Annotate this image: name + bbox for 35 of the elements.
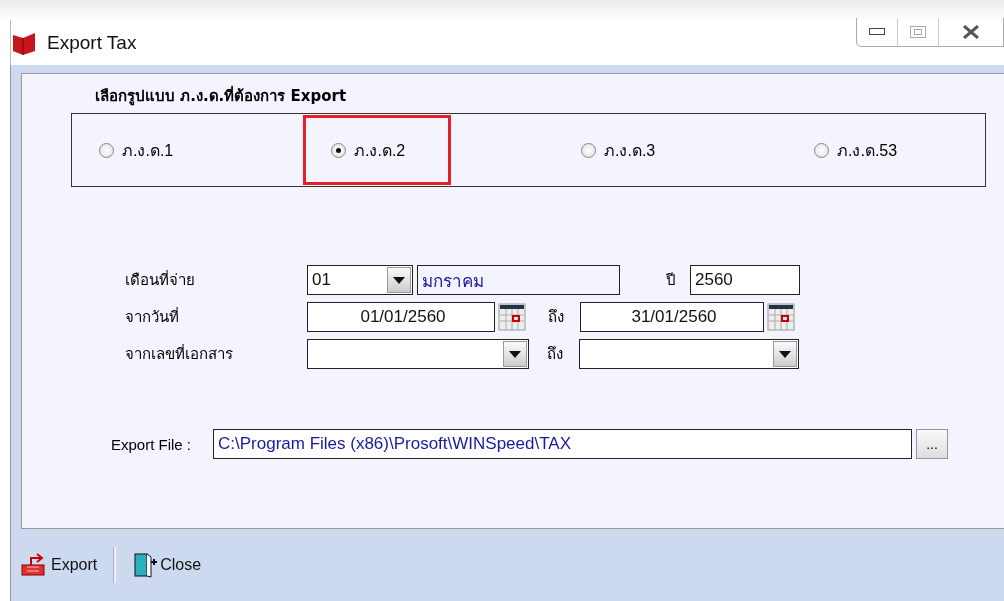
field-label: จากเลขที่เอกสาร (125, 343, 234, 364)
month-name-field: มกราคม (417, 265, 620, 295)
window-title: Export Tax (47, 31, 138, 54)
radio-label: ภ.ง.ด.53 (837, 140, 898, 161)
radio-label: ภ.ง.ด.3 (604, 140, 656, 161)
field-label: ปี (666, 270, 677, 290)
year-field[interactable]: 2560 (690, 265, 800, 295)
field-label: จากวันที่ (125, 306, 180, 327)
date-field[interactable]: 01/01/2560 (307, 302, 495, 332)
file-path-field[interactable]: C:\Program Files (x86)\Prosoft\WINSpeed\TAX (213, 429, 912, 459)
door-icon (132, 552, 159, 578)
radio-button[interactable] (581, 142, 596, 158)
radio-button[interactable] (99, 142, 114, 158)
radio-label: ภ.ง.ด.1 (122, 140, 174, 161)
field-label: เดือนที่จ่าย (125, 269, 196, 290)
calendar-icon[interactable] (498, 303, 526, 331)
document-dropdown[interactable] (579, 339, 799, 369)
close-icon (962, 25, 980, 39)
field-label: ถึง (547, 344, 564, 364)
app-icon (11, 30, 37, 55)
month-dropdown[interactable]: 01 (307, 265, 413, 295)
field-label: Export File : (111, 435, 193, 453)
radio-button[interactable] (814, 142, 829, 158)
radio-button[interactable] (331, 142, 346, 158)
radio-label: ภ.ง.ด.2 (354, 140, 406, 161)
minimize-icon (869, 28, 885, 36)
calendar-icon[interactable] (767, 303, 795, 331)
export-button[interactable]: Export (21, 553, 98, 577)
date-field[interactable]: 31/01/2560 (580, 302, 764, 332)
document-dropdown[interactable] (307, 339, 529, 369)
browse-button[interactable]: ... (916, 429, 948, 459)
group-heading: เลือกรูปแบบ ภ.ง.ด.ที่ต้องการ Export (95, 84, 348, 106)
close-button[interactable]: Close (132, 552, 202, 578)
field-label: ถึง (548, 307, 565, 327)
maximize-icon (910, 26, 926, 38)
